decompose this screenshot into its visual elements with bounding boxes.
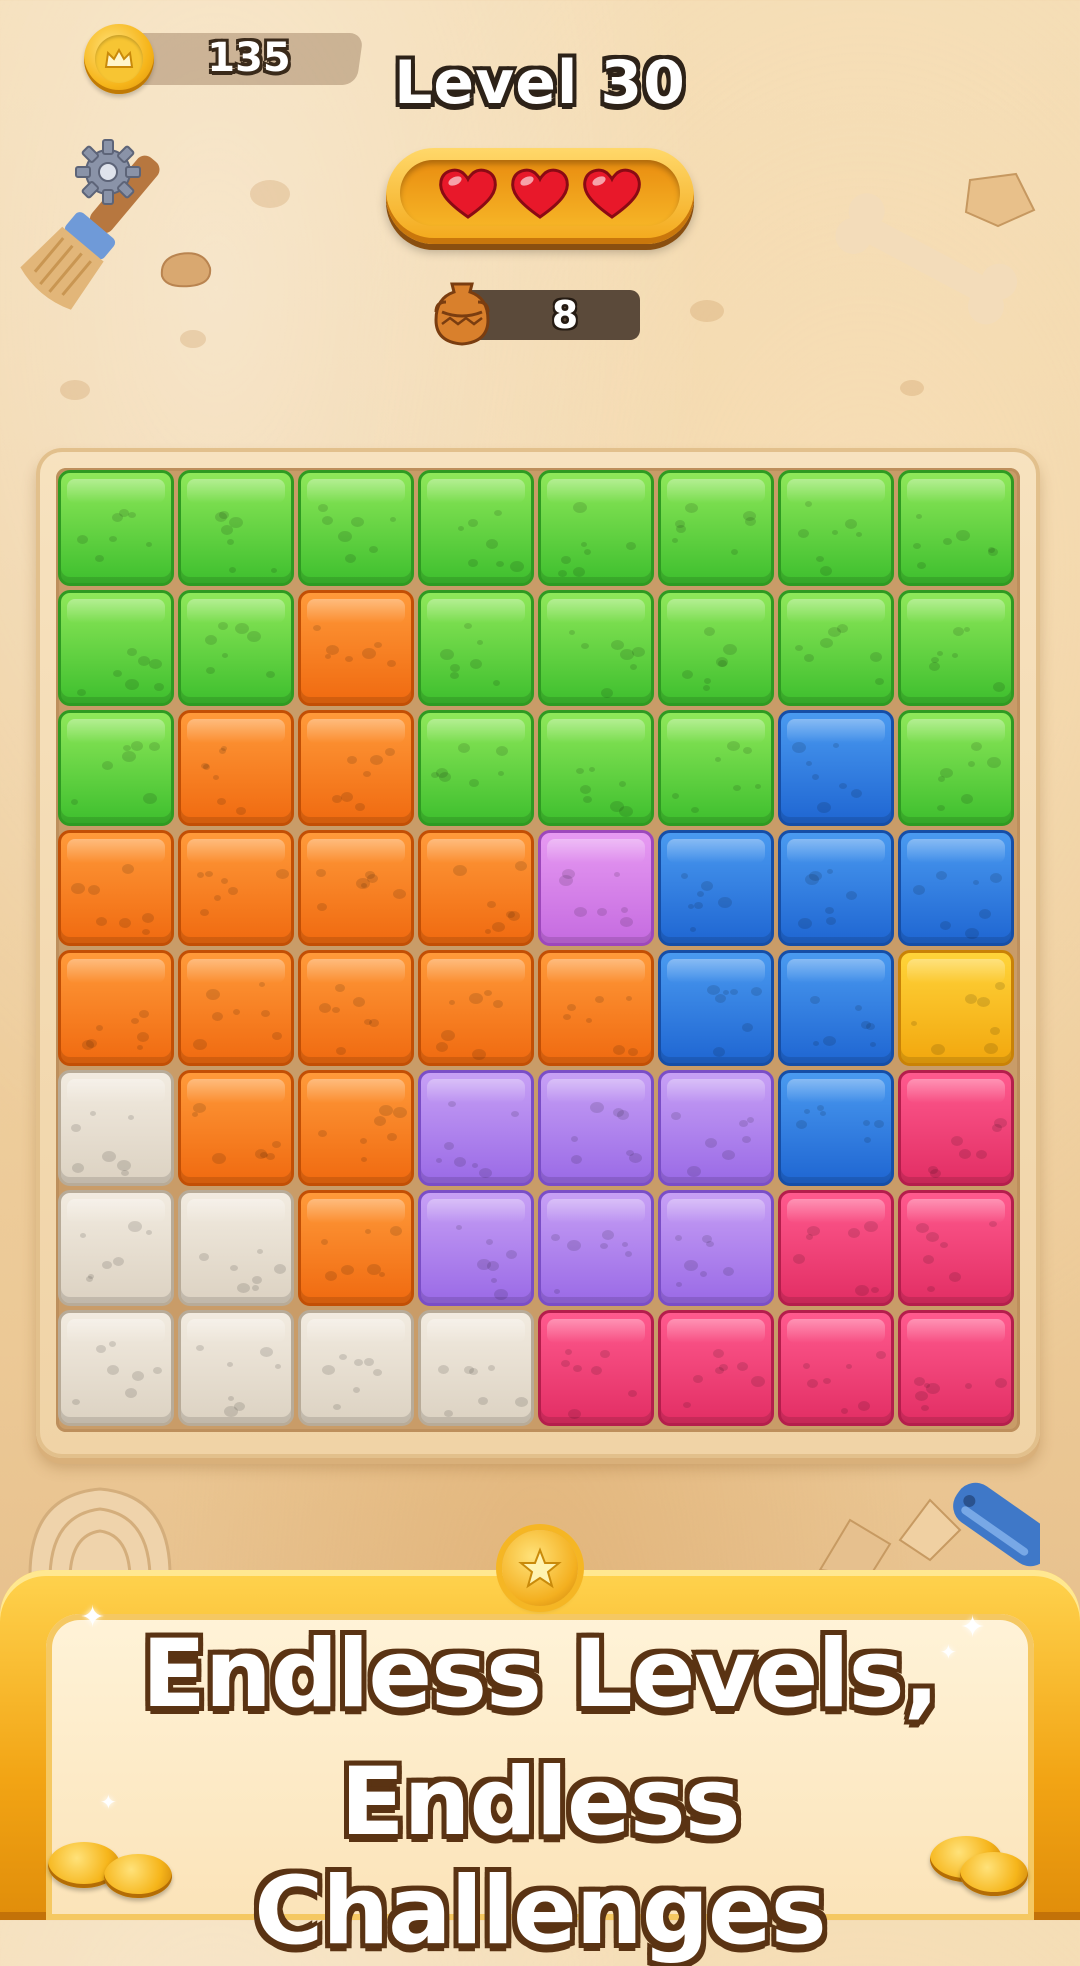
rock-icon xyxy=(160,252,212,288)
coin-icon xyxy=(104,1854,172,1898)
tile-blue[interactable] xyxy=(778,710,894,826)
tile-orange[interactable] xyxy=(298,1190,414,1306)
tile-sand[interactable] xyxy=(298,1310,414,1426)
tile-yellow[interactable] xyxy=(898,950,1014,1066)
tile-orange[interactable] xyxy=(418,830,534,946)
tile-green[interactable] xyxy=(898,470,1014,586)
tile-orange[interactable] xyxy=(418,950,534,1066)
tile-orange[interactable] xyxy=(58,830,174,946)
star-medal-icon xyxy=(502,1530,578,1606)
tile-pink[interactable] xyxy=(898,1190,1014,1306)
tile-blue[interactable] xyxy=(778,830,894,946)
tile-blue[interactable] xyxy=(778,950,894,1066)
tile-green[interactable] xyxy=(418,470,534,586)
tile-green[interactable] xyxy=(898,710,1014,826)
tile-green[interactable] xyxy=(418,590,534,706)
lives-panel xyxy=(386,148,694,244)
tile-green[interactable] xyxy=(58,470,174,586)
tile-green[interactable] xyxy=(898,590,1014,706)
tile-sand[interactable] xyxy=(178,1310,294,1426)
heart-icon xyxy=(511,168,569,219)
tile-green[interactable] xyxy=(538,470,654,586)
crown-icon xyxy=(104,47,134,68)
tile-orange[interactable] xyxy=(58,950,174,1066)
tile-violet[interactable] xyxy=(658,1190,774,1306)
tile-orange[interactable] xyxy=(538,950,654,1066)
tile-orange[interactable] xyxy=(178,710,294,826)
clay-jar-icon xyxy=(434,282,490,346)
tile-green[interactable] xyxy=(658,710,774,826)
sand-speck xyxy=(180,330,206,348)
tile-orange[interactable] xyxy=(298,590,414,706)
target-count: 8 xyxy=(551,293,579,337)
tile-orange[interactable] xyxy=(298,830,414,946)
tile-green[interactable] xyxy=(178,470,294,586)
tile-pink[interactable] xyxy=(538,1310,654,1426)
banner-headline-line2: Endless Challenges xyxy=(254,1748,826,1966)
tile-blue[interactable] xyxy=(898,830,1014,946)
crown-coin-icon xyxy=(84,24,154,94)
coin-icon xyxy=(960,1852,1028,1896)
tile-green[interactable] xyxy=(658,590,774,706)
tile-pink[interactable] xyxy=(898,1310,1014,1426)
tile-sand[interactable] xyxy=(58,1070,174,1186)
tile-pink[interactable] xyxy=(778,1310,894,1426)
bone-icon xyxy=(835,172,1036,325)
tile-violet[interactable] xyxy=(418,1070,534,1186)
tile-orange[interactable] xyxy=(178,950,294,1066)
target-counter: 8 xyxy=(430,278,640,346)
tile-green[interactable] xyxy=(418,710,534,826)
tile-blue[interactable] xyxy=(778,1070,894,1186)
sand-speck xyxy=(60,380,90,400)
tile-orange[interactable] xyxy=(178,1070,294,1186)
tile-pink[interactable] xyxy=(658,1310,774,1426)
sand-speck xyxy=(250,180,290,208)
tile-orange[interactable] xyxy=(298,950,414,1066)
gear-icon[interactable] xyxy=(72,136,144,208)
tile-blue[interactable] xyxy=(658,830,774,946)
tile-green[interactable] xyxy=(538,710,654,826)
tile-violet[interactable] xyxy=(538,1190,654,1306)
sand-speck xyxy=(900,380,924,396)
tile-green[interactable] xyxy=(298,470,414,586)
lives-container xyxy=(400,160,680,226)
tile-pink-purple[interactable] xyxy=(538,830,654,946)
tile-orange[interactable] xyxy=(178,830,294,946)
tile-blue[interactable] xyxy=(658,950,774,1066)
tile-sand[interactable] xyxy=(178,1190,294,1306)
tile-green[interactable] xyxy=(58,710,174,826)
heart-icon xyxy=(439,168,497,219)
tile-green[interactable] xyxy=(658,470,774,586)
tile-pink[interactable] xyxy=(778,1190,894,1306)
tile-green[interactable] xyxy=(778,590,894,706)
tile-green[interactable] xyxy=(58,590,174,706)
tile-orange[interactable] xyxy=(298,1070,414,1186)
tile-pink[interactable] xyxy=(898,1070,1014,1186)
tile-sand[interactable] xyxy=(418,1310,534,1426)
tile-violet[interactable] xyxy=(418,1190,534,1306)
sand-speck xyxy=(690,300,724,322)
tile-violet[interactable] xyxy=(658,1070,774,1186)
banner-headline-line1: Endless Levels, xyxy=(141,1620,940,1729)
tile-sand[interactable] xyxy=(58,1310,174,1426)
coin-counter: 135 xyxy=(84,24,364,94)
tile-violet[interactable] xyxy=(538,1070,654,1186)
level-title: Level 30 xyxy=(394,48,686,118)
heart-icon xyxy=(583,168,641,219)
tile-green[interactable] xyxy=(778,470,894,586)
tile-sand[interactable] xyxy=(58,1190,174,1306)
tile-green[interactable] xyxy=(538,590,654,706)
game-board[interactable] xyxy=(56,468,1020,1432)
promo-banner: ✦ ✦ ✦ ✦ Endless Levels, Endless Challeng… xyxy=(0,1530,1080,1966)
tile-green[interactable] xyxy=(178,590,294,706)
tile-orange[interactable] xyxy=(298,710,414,826)
coin-count: 135 xyxy=(207,35,291,81)
